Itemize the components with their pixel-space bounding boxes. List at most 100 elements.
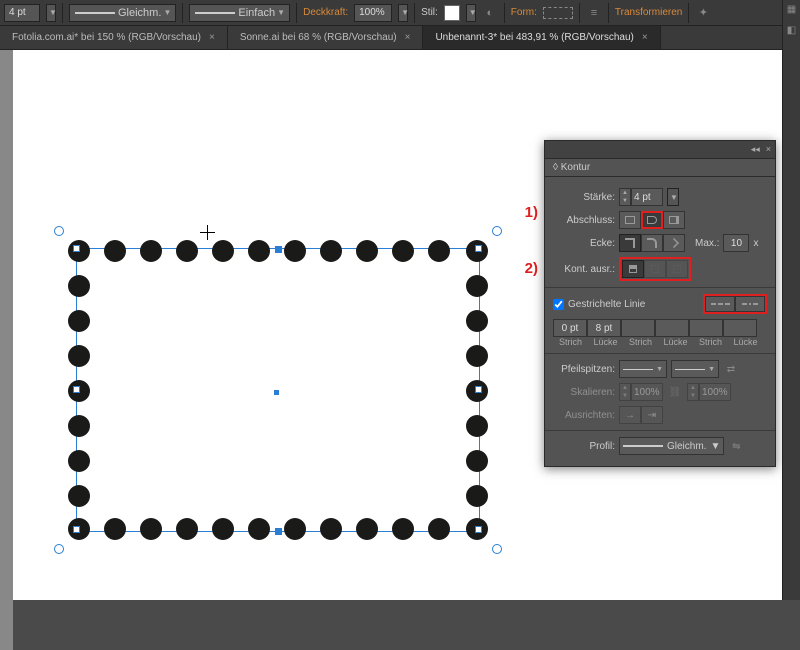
handle-mr[interactable] [475,386,482,393]
handle-tm[interactable] [275,246,282,253]
style-swatch[interactable] [444,5,460,21]
opacity-dd[interactable]: ▼ [398,4,408,22]
center-point [274,390,279,395]
profile-label: Profil: [553,441,615,452]
close-icon[interactable]: × [209,32,215,43]
miter-x: x [753,238,758,249]
annotation-1: 1) [525,204,538,221]
align-stroke-label: Kont. ausr.: [553,264,615,275]
swap-arrows-icon[interactable]: ⇄ [723,361,739,377]
close-icon[interactable]: × [642,32,648,43]
shape-dash[interactable] [543,7,573,19]
dashed-checkbox[interactable]: Gestrichelte Linie [553,299,645,310]
dash-1[interactable] [553,319,587,337]
stroke-profile-dd[interactable]: Gleichm.▼ [69,4,176,22]
align-arrows-label: Ausrichten: [553,410,615,421]
opacity-field[interactable] [354,4,392,22]
opacity-label: Deckkraft: [303,7,348,18]
options-bar: ▼ Gleichm.▼ Einfach▼ Deckkraft: ▼ Stil: … [0,0,800,26]
dash-preserve[interactable] [705,296,735,312]
style-dd[interactable]: ▼ [466,4,476,22]
tab-fotolia[interactable]: Fotolia.com.ai* bei 150 % (RGB/Vorschau)… [0,26,228,49]
collapse-icon[interactable]: ◂◂ [751,144,760,155]
dash-3[interactable] [689,319,723,337]
profile-text: Gleichm. [118,7,161,19]
align-stroke-buttons [619,257,691,281]
shape-label: Form: [511,7,537,18]
arrow-extend[interactable]: → [619,406,641,424]
dash-mode-buttons [703,294,767,314]
corner-miter[interactable] [619,234,641,252]
rotate-tr[interactable] [492,226,502,236]
rotate-tl[interactable] [54,226,64,236]
recolor-icon[interactable]: ◐ [482,5,498,21]
handle-tr[interactable] [475,245,482,252]
close-icon[interactable]: × [766,144,771,155]
corner-label: Ecke: [553,238,615,249]
align-center[interactable] [622,260,644,278]
dock-icon[interactable]: ◧ [787,25,796,36]
arrow-start[interactable]: ▼ [619,360,667,378]
selected-rectangle[interactable] [68,240,488,540]
arrow-end[interactable]: ▼ [671,360,719,378]
dash-align[interactable] [735,296,765,312]
stroke-panel: ◂◂× ◊ Kontur Stärke: ▲▼ ▼ Abschluss: Eck… [544,140,776,467]
cap-round[interactable] [641,211,663,229]
gap-2[interactable] [655,319,689,337]
isolate-icon[interactable]: ✦ [695,5,711,21]
scale-start[interactable]: ▲▼ [619,383,663,401]
cap-buttons [619,211,685,229]
link-icon[interactable]: ⛓ [667,384,683,400]
weight-field[interactable]: ▲▼ [619,188,663,206]
brush-text: Einfach [238,7,275,19]
stroke-weight-dd[interactable]: ▼ [46,4,56,22]
gap-3[interactable] [723,319,757,337]
cap-projecting[interactable] [663,211,685,229]
tab-unbenannt[interactable]: Unbenannt-3* bei 483,91 % (RGB/Vorschau)… [423,26,660,49]
cap-butt[interactable] [619,211,641,229]
tab-label: Fotolia.com.ai* bei 150 % (RGB/Vorschau) [12,32,201,43]
corner-buttons [619,234,685,252]
side-dock: ▦ ◧ [782,0,800,600]
miter-label: Max.: [695,238,719,249]
corner-round[interactable] [641,234,663,252]
dock-icon[interactable]: ▦ [787,4,796,15]
align-icon[interactable]: ≡ [586,5,602,21]
close-icon[interactable]: × [405,32,411,43]
dash-fields [553,319,767,337]
rotate-bl[interactable] [54,544,64,554]
scale-end[interactable]: ▲▼ [687,383,731,401]
profile-value: Gleichm. [667,441,706,452]
align-inside[interactable] [644,260,666,278]
panel-tab-kontur[interactable]: ◊ Kontur [545,159,775,177]
arrows-label: Pfeilspitzen: [553,364,615,375]
handle-ml[interactable] [73,386,80,393]
panel-header[interactable]: ◂◂ × [545,141,775,159]
handle-bl[interactable] [73,526,80,533]
transform-label[interactable]: Transformieren [615,7,682,18]
panel-title: Kontur [561,162,590,173]
artboard-edge [0,50,13,650]
align-outside[interactable] [666,260,688,278]
annotation-2: 2) [525,260,538,277]
dash-2[interactable] [621,319,655,337]
gap-1[interactable] [587,319,621,337]
dashed-label: Gestrichelte Linie [568,299,645,310]
tab-label: Sonne.ai bei 68 % (RGB/Vorschau) [240,32,397,43]
miter-field[interactable] [723,234,749,252]
stroke-weight-field[interactable] [4,4,40,22]
brush-dd[interactable]: Einfach▼ [189,4,290,22]
handle-br[interactable] [475,526,482,533]
arrow-tip[interactable]: ⇥ [641,406,663,424]
handle-bm[interactable] [275,528,282,535]
flip-icon[interactable]: ⇋ [728,438,744,454]
profile-dropdown[interactable]: Gleichm.▼ [619,437,724,455]
document-tabs: Fotolia.com.ai* bei 150 % (RGB/Vorschau)… [0,26,800,50]
tab-sonne[interactable]: Sonne.ai bei 68 % (RGB/Vorschau) × [228,26,424,49]
scale-label: Skalieren: [553,387,615,398]
corner-bevel[interactable] [663,234,685,252]
weight-label: Stärke: [553,192,615,203]
weight-dd[interactable]: ▼ [667,188,679,206]
handle-tl[interactable] [73,245,80,252]
rotate-br[interactable] [492,544,502,554]
